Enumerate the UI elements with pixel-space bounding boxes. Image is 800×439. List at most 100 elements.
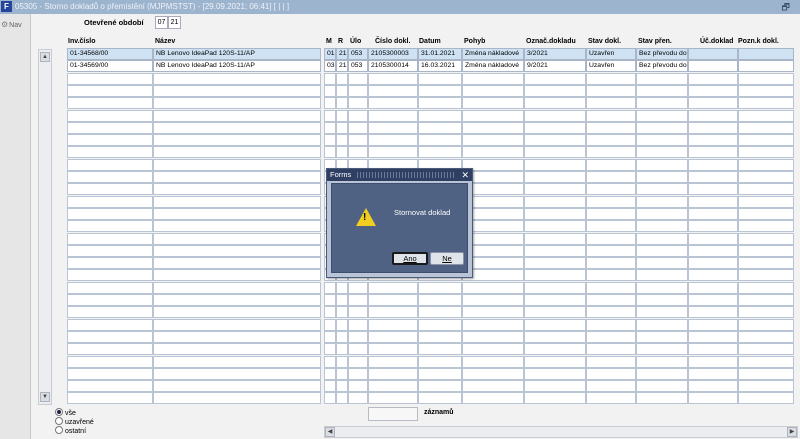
empty-cell[interactable] [586,368,636,380]
empty-cell[interactable] [586,306,636,318]
empty-cell[interactable] [67,294,153,306]
empty-cell[interactable] [67,171,153,183]
empty-cell[interactable] [348,146,368,158]
empty-cell[interactable] [738,183,794,195]
empty-cell[interactable] [524,183,586,195]
empty-cell[interactable] [586,110,636,122]
empty-cell[interactable] [368,73,418,85]
empty-cell[interactable] [153,122,321,134]
empty-cell[interactable] [524,331,586,343]
empty-cell[interactable] [153,146,321,158]
empty-cell[interactable] [524,220,586,232]
empty-cell[interactable] [153,110,321,122]
restore-window-icon[interactable]: 🗗 [782,0,790,14]
empty-cell[interactable] [462,73,524,85]
empty-cell[interactable] [418,343,462,355]
empty-cell[interactable] [153,233,321,245]
empty-cell[interactable] [586,331,636,343]
empty-cell[interactable] [688,392,738,404]
horizontal-scrollbar[interactable]: ◀ ▶ [324,426,798,438]
empty-cell[interactable] [738,245,794,257]
empty-cell[interactable] [418,380,462,392]
empty-cell[interactable] [738,368,794,380]
empty-cell[interactable] [67,73,153,85]
empty-cell[interactable] [368,282,418,294]
empty-cell[interactable] [336,146,348,158]
empty-cell[interactable] [636,122,688,134]
empty-cell[interactable] [368,110,418,122]
cell-acc[interactable] [688,60,738,72]
empty-cell[interactable] [368,356,418,368]
empty-cell[interactable] [348,356,368,368]
empty-cell[interactable] [324,85,336,97]
empty-cell[interactable] [636,85,688,97]
scroll-down-icon[interactable]: ▼ [40,392,50,402]
empty-cell[interactable] [586,159,636,171]
empty-cell[interactable] [524,392,586,404]
empty-cell[interactable] [586,97,636,109]
empty-cell[interactable] [153,220,321,232]
empty-cell[interactable] [524,85,586,97]
empty-cell[interactable] [688,257,738,269]
empty-cell[interactable] [348,294,368,306]
empty-cell[interactable] [738,159,794,171]
empty-cell[interactable] [738,380,794,392]
empty-cell[interactable] [153,159,321,171]
cell-transfer[interactable]: Bez převodu do [636,60,688,72]
empty-cell[interactable] [738,122,794,134]
empty-cell[interactable] [462,343,524,355]
empty-cell[interactable] [738,269,794,281]
empty-cell[interactable] [67,122,153,134]
empty-cell[interactable] [462,85,524,97]
empty-cell[interactable] [67,282,153,294]
empty-cell[interactable] [462,356,524,368]
empty-cell[interactable] [524,306,586,318]
empty-cell[interactable] [524,380,586,392]
empty-cell[interactable] [524,97,586,109]
empty-cell[interactable] [368,97,418,109]
empty-cell[interactable] [636,392,688,404]
empty-cell[interactable] [336,392,348,404]
empty-cell[interactable] [636,233,688,245]
cell-name[interactable]: NB Lenovo IdeaPad 120S-11/AP [153,60,321,72]
empty-cell[interactable] [586,171,636,183]
empty-cell[interactable] [153,196,321,208]
empty-cell[interactable] [738,85,794,97]
empty-cell[interactable] [688,159,738,171]
empty-cell[interactable] [348,73,368,85]
empty-cell[interactable] [688,208,738,220]
empty-cell[interactable] [67,306,153,318]
cell-note[interactable] [738,48,794,60]
empty-cell[interactable] [368,380,418,392]
empty-cell[interactable] [524,319,586,331]
empty-cell[interactable] [153,331,321,343]
empty-cell[interactable] [324,97,336,109]
empty-cell[interactable] [153,319,321,331]
empty-cell[interactable] [67,97,153,109]
empty-cell[interactable] [586,269,636,281]
empty-cell[interactable] [524,159,586,171]
empty-cell[interactable] [636,319,688,331]
empty-cell[interactable] [688,233,738,245]
empty-cell[interactable] [586,233,636,245]
empty-cell[interactable] [67,208,153,220]
cell-ulo[interactable]: 053 [348,48,368,60]
empty-cell[interactable] [524,122,586,134]
empty-cell[interactable] [153,134,321,146]
empty-cell[interactable] [586,294,636,306]
empty-cell[interactable] [418,392,462,404]
empty-cell[interactable] [368,85,418,97]
empty-cell[interactable] [67,134,153,146]
empty-cell[interactable] [348,134,368,146]
scroll-up-icon[interactable]: ▲ [40,52,50,62]
empty-cell[interactable] [636,196,688,208]
empty-cell[interactable] [153,343,321,355]
empty-cell[interactable] [348,282,368,294]
empty-cell[interactable] [524,196,586,208]
empty-cell[interactable] [368,331,418,343]
empty-cell[interactable] [524,294,586,306]
scroll-left-icon[interactable]: ◀ [325,427,335,437]
empty-cell[interactable] [67,85,153,97]
empty-cell[interactable] [67,368,153,380]
empty-cell[interactable] [418,146,462,158]
